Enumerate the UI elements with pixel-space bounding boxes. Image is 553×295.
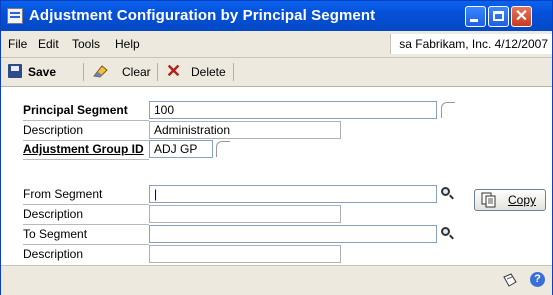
save-disk-icon[interactable] [8, 64, 22, 78]
to-description-field [149, 245, 341, 263]
expand-arrow-icon[interactable] [216, 141, 230, 157]
window-app-icon[interactable] [7, 8, 23, 24]
adjustment-group-id-input[interactable]: ADJ GP [149, 140, 213, 158]
from-description-field [149, 205, 341, 223]
company-date-info: sa Fabrikam, Inc. 4/12/2007 [390, 34, 552, 54]
menu-edit[interactable]: Edit [38, 37, 59, 51]
principal-description-label: Description [23, 123, 84, 137]
principal-segment-input[interactable]: 100 [149, 101, 437, 119]
adjustment-group-id-link[interactable]: Adjustment Group ID [23, 140, 144, 158]
expand-arrow-icon[interactable] [441, 102, 455, 118]
menu-bar: File Edit Tools Help sa Fabrikam, Inc. 4… [1, 31, 552, 58]
toolbar-separator [157, 63, 158, 81]
to-segment-input[interactable] [149, 225, 437, 243]
copy-document-icon [481, 192, 496, 208]
window-title: Adjustment Configuration by Principal Se… [29, 7, 376, 24]
from-segment-input[interactable]: | [149, 185, 437, 203]
save-button[interactable]: Save [28, 62, 56, 82]
row-divider [23, 159, 149, 160]
title-bar[interactable]: Adjustment Configuration by Principal Se… [1, 1, 552, 31]
magnifier-icon[interactable] [439, 226, 455, 242]
status-bar: ? [1, 265, 552, 295]
principal-segment-label: Principal Segment [23, 103, 128, 117]
minimize-icon [470, 19, 478, 22]
clear-button[interactable]: Clear [122, 62, 151, 82]
toolbar: Save Clear ✕ Delete [1, 58, 552, 87]
app-window: Adjustment Configuration by Principal Se… [0, 0, 553, 295]
menu-file[interactable]: File [8, 37, 27, 51]
toolbar-separator [233, 63, 234, 81]
copy-button[interactable]: Copy [474, 189, 546, 211]
magnifier-icon[interactable] [439, 186, 455, 202]
toolbar-separator [83, 63, 84, 81]
menu-tools[interactable]: Tools [72, 37, 100, 51]
minimize-button[interactable] [465, 6, 486, 27]
maximize-icon [493, 11, 504, 21]
eraser-icon[interactable] [93, 64, 108, 78]
red-x-icon[interactable]: ✕ [166, 61, 181, 81]
delete-button[interactable]: Delete [191, 62, 226, 82]
close-button[interactable]: ✕ [511, 6, 532, 27]
close-icon: ✕ [514, 8, 529, 25]
to-segment-label: To Segment [23, 227, 88, 241]
maximize-button[interactable] [488, 6, 509, 27]
help-question-icon[interactable]: ? [530, 272, 545, 287]
principal-description-field: Administration [149, 121, 341, 139]
note-icon[interactable] [502, 273, 518, 287]
copy-button-label: Copy [508, 193, 537, 207]
from-description-label: Description [23, 207, 84, 221]
to-description-label: Description [23, 247, 84, 261]
menu-help[interactable]: Help [115, 37, 140, 51]
from-segment-label: From Segment [23, 187, 103, 201]
form-area: Principal Segment 100 Description Admini… [1, 87, 552, 265]
